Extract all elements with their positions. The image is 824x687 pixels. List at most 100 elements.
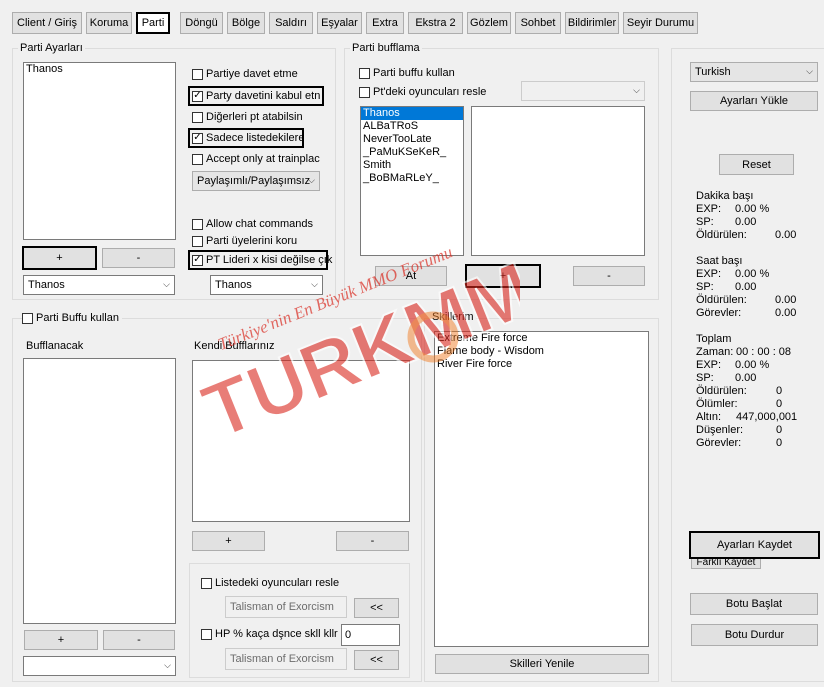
stat-label: Düşenler: xyxy=(696,424,744,436)
own-buffs-label: Kendi Bufflarınız xyxy=(194,340,275,352)
remove-buff-button[interactable]: - xyxy=(573,266,645,286)
allow-chat-commands-checkbox[interactable]: Allow chat commands xyxy=(192,216,313,232)
stat-value: 0.00 % xyxy=(735,203,770,215)
list-item[interactable]: _PaMuKSeKeR_ xyxy=(361,146,463,159)
use-party-buff-checkbox[interactable]: Parti buffu kullan xyxy=(359,65,455,81)
stat-label: EXP: xyxy=(696,359,722,371)
list-item[interactable]: ALBaTRoS xyxy=(361,120,463,133)
dont-invite-checkbox[interactable]: Partiye davet etme xyxy=(192,66,298,82)
list-item[interactable]: Smith xyxy=(361,159,463,172)
use-party-buff-self-checkbox[interactable]: Parti Buffu kullan xyxy=(22,310,122,326)
list-item[interactable]: Extreme Fire force xyxy=(435,332,648,345)
chevron-down-icon: ⌵ xyxy=(308,174,315,185)
tab-koruma[interactable]: Koruma xyxy=(86,12,132,34)
hp-threshold-input[interactable]: 0 xyxy=(341,624,400,646)
others-can-kick-checkbox[interactable]: Diğerleri pt atabilsin xyxy=(192,109,303,125)
member-select[interactable]: Thanos ⌵ xyxy=(23,275,175,295)
checkbox-box xyxy=(22,312,33,324)
stat-label: EXP: xyxy=(696,268,722,280)
add-target-button[interactable]: + xyxy=(24,630,98,650)
stat-label: EXP: xyxy=(696,203,722,215)
stat-label: Zaman: xyxy=(696,346,734,358)
tab-ekstra-2[interactable]: Ekstra 2 xyxy=(408,12,463,34)
remove-own-buff-button[interactable]: - xyxy=(336,531,409,551)
listed-resle-checkbox[interactable]: Listedeki oyuncuları resle xyxy=(201,575,339,591)
player-buff-list[interactable] xyxy=(471,106,645,256)
checkbox-box xyxy=(192,235,203,247)
party-buff-select[interactable]: ⌵ xyxy=(521,81,645,101)
hp-move-button[interactable]: << xyxy=(354,650,399,670)
protect-members-checkbox[interactable]: Parti üyelerini koru xyxy=(192,233,297,249)
checkbox-box xyxy=(201,628,212,640)
at-button[interactable]: At xyxy=(375,266,447,286)
hp-threshold-checkbox[interactable]: HP % kaça dşnce skll kllr xyxy=(201,626,338,642)
bufflanacak-list[interactable] xyxy=(23,358,176,624)
stat-value: 0 xyxy=(776,385,783,397)
remove-member-button[interactable]: - xyxy=(102,248,175,268)
tab-sohbet[interactable]: Sohbet xyxy=(515,12,561,34)
add-own-buff-button[interactable]: + xyxy=(192,531,265,551)
own-buffs-list[interactable] xyxy=(192,360,410,522)
checkbox-box xyxy=(192,111,203,123)
list-item[interactable]: _BoBMaRLeY_ xyxy=(361,172,463,185)
stat-label: SP: xyxy=(696,216,714,228)
party-player-list[interactable]: Thanos ALBaTRoS NeverTooLate _PaMuKSeKeR… xyxy=(360,106,464,256)
leader-select[interactable]: Thanos ⌵ xyxy=(210,275,323,295)
resle-move-button[interactable]: << xyxy=(354,598,399,618)
list-item[interactable]: Flame body - Wisdom xyxy=(435,345,648,358)
stat-label: SP: xyxy=(696,372,714,384)
stat-label: Öldürülen: xyxy=(696,385,747,397)
leader-leave-checkbox[interactable]: ✓ PT Lideri x kisi değilse çık xyxy=(188,250,332,270)
accept-invite-checkbox[interactable]: ✓ Party davetini kabul etn xyxy=(188,86,324,106)
chevron-down-icon: ⌵ xyxy=(806,65,813,76)
stat-value: 0 xyxy=(776,437,783,449)
list-item[interactable]: Thanos xyxy=(361,107,463,120)
stat-value: 447,000,001 xyxy=(736,411,798,423)
add-buff-button[interactable]: + xyxy=(465,264,541,288)
stat-value: 0.00 xyxy=(775,307,797,319)
stat-label: Öldürülen: xyxy=(696,294,747,306)
check-icon: ✓ xyxy=(192,132,203,144)
language-select[interactable]: Turkish ⌵ xyxy=(690,62,818,82)
checkbox-box xyxy=(359,86,370,98)
check-icon: ✓ xyxy=(192,90,203,102)
tab-esyalar[interactable]: Eşyalar xyxy=(317,12,362,34)
tab-dongu[interactable]: Döngü xyxy=(180,12,223,34)
load-settings-button[interactable]: Ayarları Yükle xyxy=(690,91,818,111)
stat-label: Görevler: xyxy=(696,307,742,319)
list-item[interactable]: NeverTooLate xyxy=(361,133,463,146)
tab-bolge[interactable]: Bölge xyxy=(227,12,265,34)
tab-saldiri[interactable]: Saldırı xyxy=(269,12,313,34)
checkbox-box xyxy=(192,153,203,165)
accept-trainplace-checkbox[interactable]: Accept only at trainplac xyxy=(192,151,320,167)
party-settings-label: Parti Ayarları xyxy=(18,42,85,54)
add-member-button[interactable]: + xyxy=(22,246,97,270)
save-settings-button[interactable]: Ayarları Kaydet xyxy=(689,531,820,559)
remove-target-button[interactable]: - xyxy=(103,630,175,650)
stat-value: 0.00 xyxy=(735,372,757,384)
tab-client-giris[interactable]: Client / Giriş xyxy=(12,12,82,34)
tab-extra[interactable]: Extra xyxy=(366,12,404,34)
resle-skill-select[interactable]: Talisman of Exorcism xyxy=(225,596,347,618)
start-bot-button[interactable]: Botu Başlat xyxy=(690,593,818,615)
chevron-down-icon: ⌵ xyxy=(163,278,170,289)
only-listed-checkbox[interactable]: ✓ Sadece listedekilere xyxy=(188,128,304,148)
refresh-skills-button[interactable]: Skilleri Yenile xyxy=(435,654,649,674)
target-select[interactable]: ⌵ xyxy=(23,656,176,676)
chevron-down-icon: ⌵ xyxy=(633,84,640,95)
tab-gozlem[interactable]: Gözlem xyxy=(467,12,511,34)
stop-bot-button[interactable]: Botu Durdur xyxy=(691,624,818,646)
checkbox-box xyxy=(359,67,370,79)
hp-skill-select[interactable]: Talisman of Exorcism xyxy=(225,648,347,670)
tab-parti[interactable]: Parti xyxy=(136,12,170,34)
tab-seyir-durumu[interactable]: Seyir Durumu xyxy=(623,12,698,34)
reset-button[interactable]: Reset xyxy=(719,154,794,175)
tab-bildirimler[interactable]: Bildirimler xyxy=(565,12,619,34)
skills-list[interactable]: Extreme Fire force Flame body - Wisdom R… xyxy=(434,331,649,647)
resle-players-checkbox[interactable]: Pt'deki oyuncuları resle xyxy=(359,84,486,100)
total-heading: Toplam xyxy=(696,333,732,345)
share-mode-select[interactable]: Paylaşımlı/Paylaşımsız ⌵ xyxy=(192,171,320,191)
party-members-list[interactable]: Thanos xyxy=(23,62,176,240)
list-item[interactable]: Thanos xyxy=(24,63,175,76)
list-item[interactable]: River Fire force xyxy=(435,358,648,371)
